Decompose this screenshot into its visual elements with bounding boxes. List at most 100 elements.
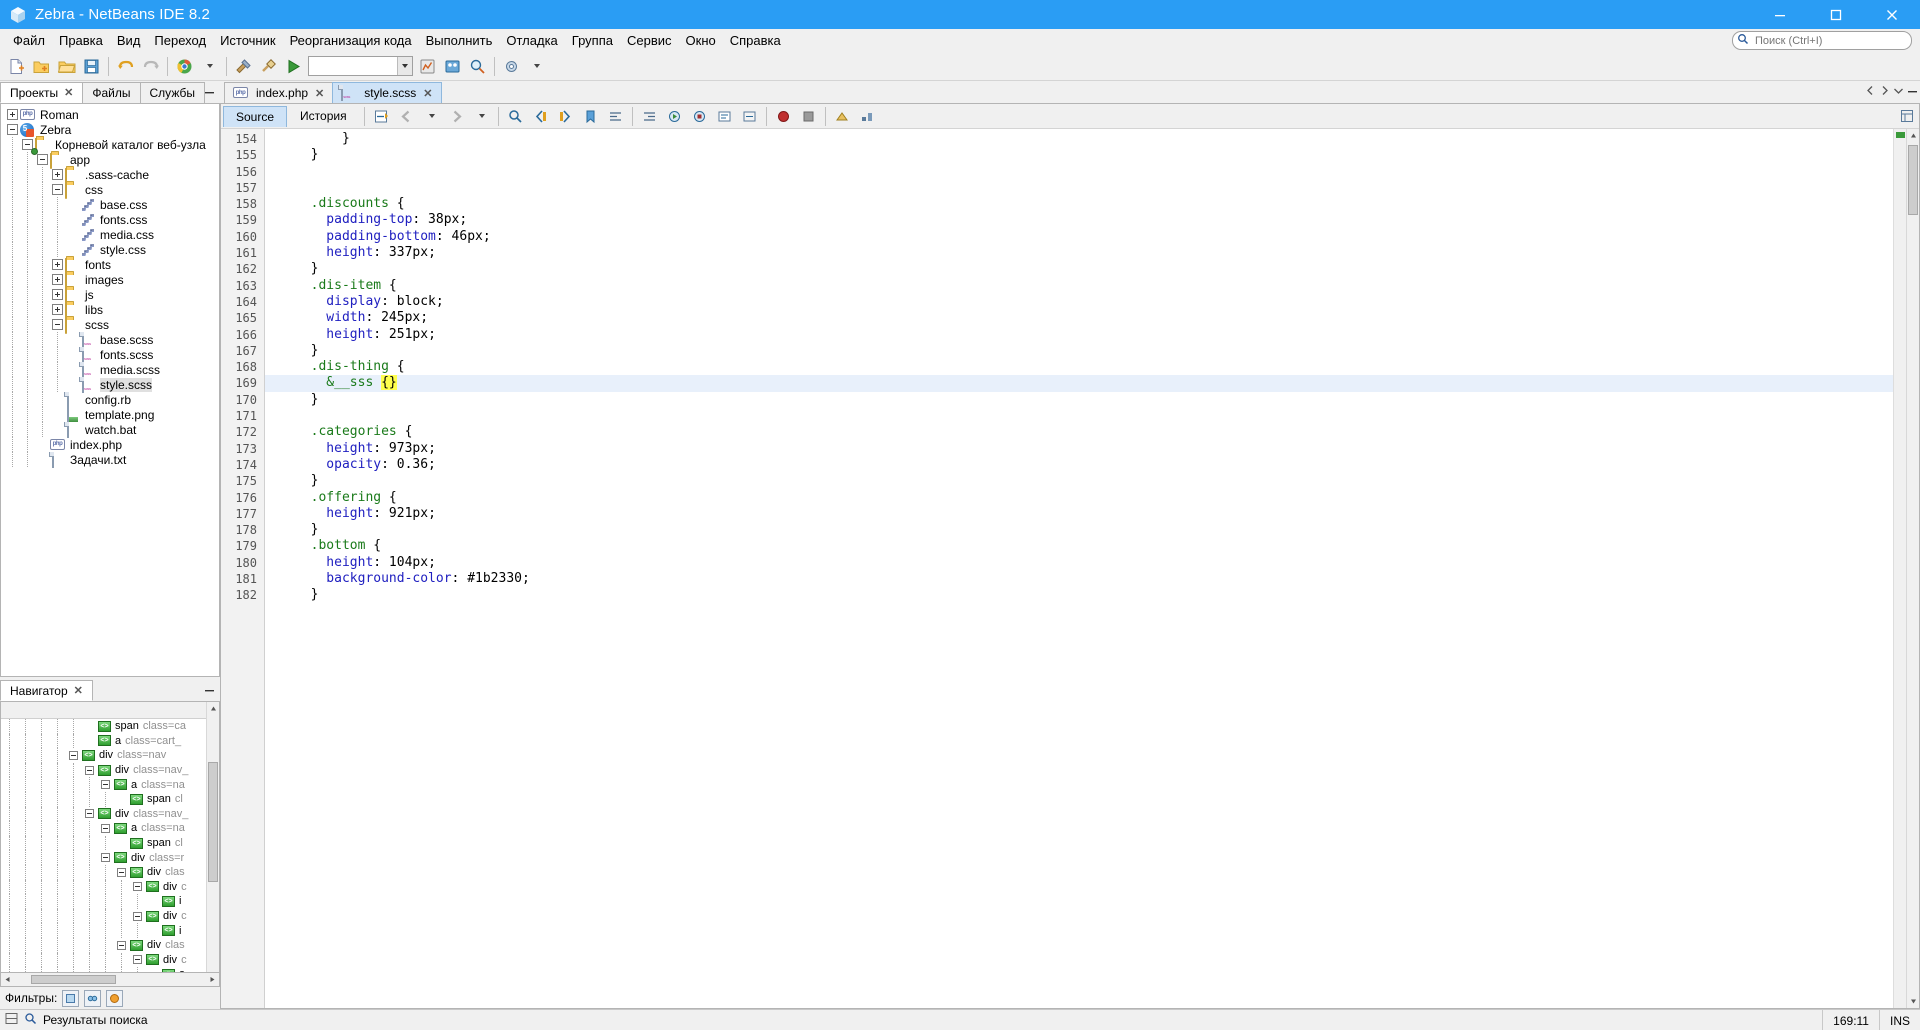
split-icon[interactable] bbox=[5, 1012, 18, 1028]
back-dropdown-arrow[interactable] bbox=[419, 104, 444, 129]
maximize-icon[interactable] bbox=[1808, 0, 1864, 29]
last-edit-icon[interactable] bbox=[369, 104, 394, 129]
expand-editor-icon[interactable] bbox=[1894, 104, 1919, 129]
run-project-icon[interactable] bbox=[281, 54, 306, 79]
new-project-icon[interactable] bbox=[29, 54, 54, 79]
tree-item[interactable]: php index.php bbox=[1, 437, 219, 452]
uncomment-icon[interactable] bbox=[737, 104, 762, 129]
code-line[interactable]: width: 245px; bbox=[265, 310, 1919, 326]
code-line[interactable]: .dis-item { bbox=[265, 278, 1919, 294]
toggle-bookmark-icon[interactable] bbox=[578, 104, 603, 129]
menu-tools[interactable]: Сервис bbox=[620, 30, 679, 51]
code-line[interactable]: height: 921px; bbox=[265, 506, 1919, 522]
filter-inherited-icon[interactable] bbox=[84, 989, 102, 1007]
code-line[interactable]: } bbox=[265, 147, 1919, 163]
navigator-item[interactable]: <> div class=nav bbox=[1, 748, 219, 763]
tree-item[interactable]: .sass-cache bbox=[1, 167, 219, 184]
tree-item[interactable]: scss style.scss bbox=[1, 376, 219, 393]
tree-item[interactable]: scss base.scss bbox=[1, 331, 219, 348]
code-line[interactable]: background-color: #1b2330; bbox=[265, 571, 1919, 587]
tree-item[interactable]: media.css bbox=[1, 227, 219, 242]
menu-navigate[interactable]: Переход bbox=[147, 30, 213, 51]
navigator-vertical-scrollbar[interactable] bbox=[206, 702, 219, 972]
editor-tab-index-php[interactable]: php index.php ✕ bbox=[224, 82, 334, 103]
open-project-icon[interactable] bbox=[54, 54, 79, 79]
chevron-down-icon[interactable] bbox=[397, 57, 412, 75]
filter-members-icon[interactable] bbox=[62, 989, 80, 1007]
quick-search-box[interactable] bbox=[1732, 31, 1912, 50]
toggle-rect-icon[interactable] bbox=[855, 104, 880, 129]
navigator-item[interactable]: <> div clas bbox=[1, 937, 219, 953]
code-line[interactable]: padding-top: 38px; bbox=[265, 212, 1919, 228]
collapse-node-icon[interactable] bbox=[133, 955, 142, 965]
search-input[interactable] bbox=[1753, 33, 1907, 48]
new-file-icon[interactable] bbox=[4, 54, 29, 79]
code-line[interactable]: .dis-thing { bbox=[265, 359, 1919, 375]
collapse-node-icon[interactable] bbox=[101, 780, 110, 790]
editor-tab-style-scss[interactable]: scss style.scss ✕ bbox=[332, 82, 442, 103]
expand-node-icon[interactable] bbox=[52, 289, 63, 300]
close-icon[interactable]: ✕ bbox=[315, 87, 324, 100]
navigator-item[interactable]: <> i bbox=[1, 923, 219, 938]
forward-icon[interactable] bbox=[444, 104, 469, 129]
scroll-left-icon[interactable] bbox=[1, 973, 14, 986]
code-line[interactable]: height: 104px; bbox=[265, 555, 1919, 571]
tree-item[interactable]: js bbox=[1, 287, 219, 304]
collapse-node-icon[interactable] bbox=[7, 124, 18, 135]
navigator-scroll-thumb[interactable] bbox=[208, 762, 218, 882]
clean-build-icon[interactable] bbox=[256, 54, 281, 79]
code-line[interactable]: } bbox=[265, 522, 1919, 538]
close-icon[interactable]: ✕ bbox=[64, 86, 73, 99]
navigator-item[interactable]: <> i bbox=[1, 894, 219, 909]
tree-item[interactable]: php Roman bbox=[1, 107, 219, 122]
minimize-panel-icon[interactable] bbox=[203, 85, 216, 98]
previous-bookmark-icon[interactable] bbox=[528, 104, 553, 129]
code-line[interactable]: } bbox=[265, 587, 1919, 603]
tree-item[interactable]: app bbox=[1, 152, 219, 169]
tab-list-icon[interactable] bbox=[1893, 84, 1904, 99]
navigator-hscroll-thumb[interactable] bbox=[31, 975, 116, 984]
close-icon[interactable]: ✕ bbox=[74, 684, 83, 697]
code-line[interactable]: padding-bottom: 46px; bbox=[265, 229, 1919, 245]
code-line[interactable]: } bbox=[265, 261, 1919, 277]
code-line[interactable]: .discounts { bbox=[265, 196, 1919, 212]
inspect-members-icon[interactable] bbox=[830, 104, 855, 129]
editor-vertical-scrollbar[interactable] bbox=[1906, 129, 1919, 1008]
collapse-node-icon[interactable] bbox=[69, 750, 78, 760]
code-line[interactable]: } bbox=[265, 473, 1919, 489]
tree-item[interactable]: style.css bbox=[1, 242, 219, 257]
tree-item[interactable]: scss media.scss bbox=[1, 361, 219, 378]
expand-node-icon[interactable] bbox=[7, 109, 18, 120]
shift-right-icon[interactable] bbox=[637, 104, 662, 129]
expand-node-icon[interactable] bbox=[52, 274, 63, 285]
navigator-item[interactable]: <> span class=ca bbox=[1, 719, 219, 734]
tree-item[interactable]: fonts.css bbox=[1, 212, 219, 227]
tree-item[interactable]: images bbox=[1, 272, 219, 289]
undo-icon[interactable] bbox=[113, 54, 138, 79]
navigator-item[interactable]: <> div c bbox=[1, 908, 219, 924]
config-combo[interactable] bbox=[308, 56, 413, 76]
tree-item[interactable]: base.css bbox=[1, 197, 219, 212]
navigator-item[interactable]: <> div clas bbox=[1, 864, 219, 880]
collapse-node-icon[interactable] bbox=[117, 867, 126, 877]
shift-left-icon[interactable] bbox=[603, 104, 628, 129]
navigator-item[interactable]: <> a class=na bbox=[1, 777, 219, 792]
error-annotation-strip[interactable] bbox=[1893, 129, 1906, 1008]
tree-item[interactable]: config.rb bbox=[1, 391, 219, 408]
back-icon[interactable] bbox=[394, 104, 419, 129]
inspect-icon[interactable] bbox=[465, 54, 490, 79]
navigator-item[interactable]: <> div class=r bbox=[1, 850, 219, 865]
save-all-icon[interactable] bbox=[79, 54, 104, 79]
close-icon[interactable]: ✕ bbox=[423, 87, 432, 100]
scroll-up-icon[interactable] bbox=[207, 702, 219, 715]
menu-edit[interactable]: Правка bbox=[52, 30, 110, 51]
scroll-up-icon[interactable] bbox=[1907, 129, 1919, 142]
tree-item[interactable]: Корневой каталог веб-узла bbox=[1, 137, 219, 155]
tree-item[interactable]: fonts bbox=[1, 257, 219, 274]
navigator-horizontal-scrollbar[interactable] bbox=[0, 973, 220, 987]
menu-window[interactable]: Окно bbox=[679, 30, 723, 51]
tree-item[interactable]: scss bbox=[1, 317, 219, 334]
forward-dropdown-arrow[interactable] bbox=[469, 104, 494, 129]
collapse-node-icon[interactable] bbox=[101, 853, 110, 863]
stop-icon[interactable] bbox=[796, 104, 821, 129]
